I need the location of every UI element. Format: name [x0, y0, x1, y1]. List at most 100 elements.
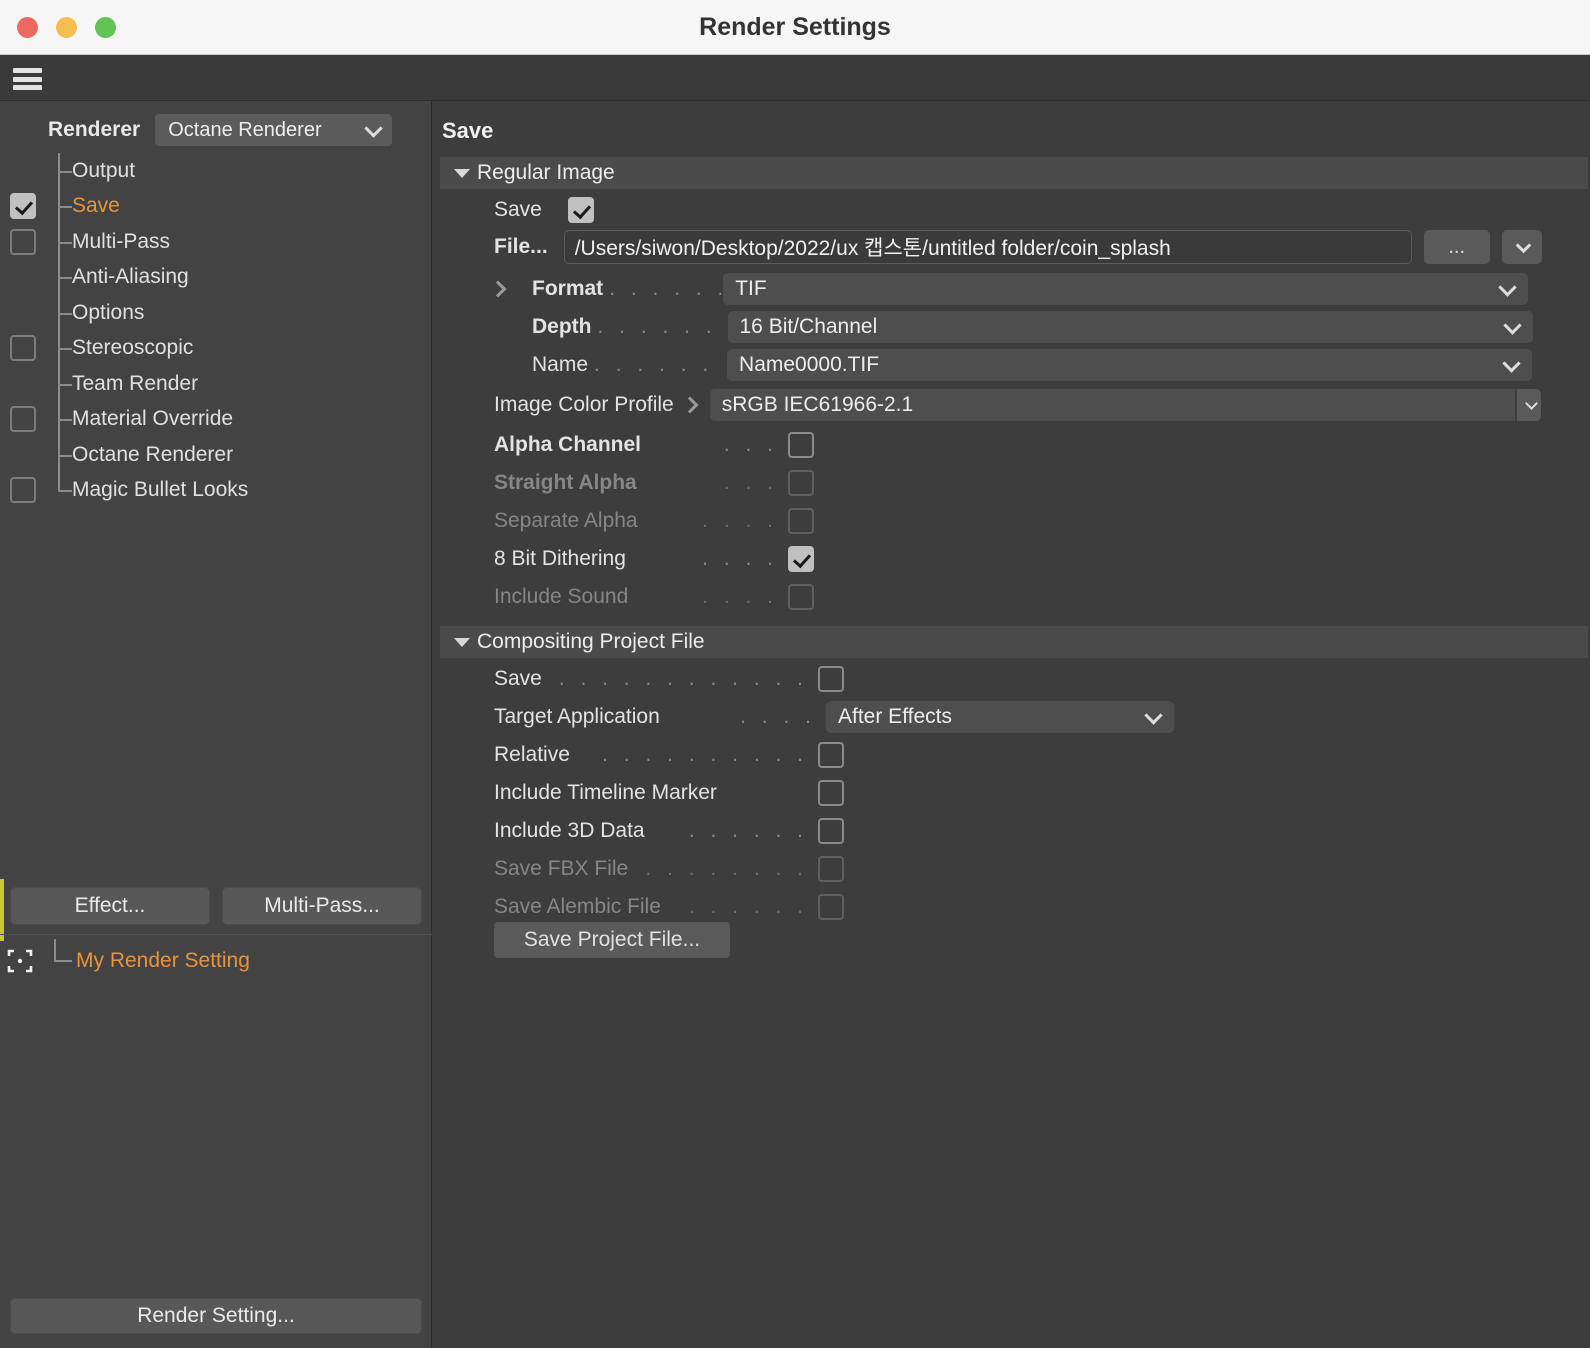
checkbox-multi-pass[interactable]	[10, 228, 36, 255]
dots-straight-alpha: . . .	[723, 471, 778, 494]
row-image-color-profile: Image Color Profile sRGB IEC61966-2.1	[494, 388, 1584, 422]
row-include-3d-data: Include 3D Data . . . . . .	[494, 814, 844, 848]
render-setting-button-wrap: Render Setting...	[0, 1298, 432, 1334]
sidebar-item-output[interactable]: Output	[0, 153, 432, 189]
sidebar-item-label: Team Render	[72, 371, 199, 395]
chevron-down-icon	[1502, 354, 1521, 373]
sidebar-item-label: Material Override	[72, 407, 234, 431]
label-save-fbx-file: Save FBX File	[494, 857, 629, 880]
dots-name: . . . . . . . . . .	[594, 353, 725, 376]
label-format: Format	[532, 277, 604, 300]
file-path-value: /Users/siwon/Desktop/2022/ux 캡스톤/untitle…	[574, 237, 1171, 260]
image-color-profile-dropdown-button[interactable]	[1516, 389, 1541, 421]
chevron-down-icon	[364, 119, 383, 138]
checkbox-magic-bullet-looks[interactable]	[10, 477, 36, 504]
main-panel: Save Regular Image Save File... /Users/s…	[432, 101, 1590, 1348]
dots-save: . . . . . . . . . . . .	[558, 667, 808, 690]
chevron-down-icon	[1524, 397, 1538, 410]
checkbox-material-override[interactable]	[10, 406, 36, 433]
checkbox-alpha-channel[interactable]	[788, 432, 814, 458]
row-separate-alpha: Separate Alpha . . . .	[494, 504, 814, 538]
dots-alpha-channel: . . .	[723, 433, 778, 456]
row-file: File... /Users/siwon/Desktop/2022/ux 캡스톤…	[494, 230, 1584, 264]
checkbox-save[interactable]	[10, 193, 36, 220]
label-alpha-channel: Alpha Channel	[494, 433, 642, 456]
checkbox-stereoscopic[interactable]	[10, 335, 36, 362]
sidebar-item-options[interactable]: Options	[0, 295, 432, 331]
triangle-down-icon	[454, 637, 470, 647]
tree-branch-line	[46, 188, 72, 225]
multi-pass-button[interactable]: Multi-Pass...	[222, 887, 422, 925]
target-application-value: After Effects	[838, 705, 952, 728]
dots-format: . . . . . . . .	[609, 277, 721, 300]
tree-checkbox-slot	[0, 406, 46, 433]
tree-branch-line	[46, 153, 72, 189]
chevron-down-icon	[1498, 278, 1517, 297]
checkbox-relative[interactable]	[818, 742, 844, 768]
tree-checkbox-slot	[0, 477, 46, 504]
target-application-select[interactable]: After Effects	[826, 701, 1174, 733]
section-header-compositing[interactable]: Compositing Project File	[440, 626, 1588, 658]
row-name: Name . . . . . . . . . . Name0000.TIF	[494, 348, 1584, 382]
sidebar-item-save[interactable]: Save	[0, 188, 432, 225]
sidebar: Renderer Octane Renderer Output Save Multi…	[0, 101, 432, 1348]
preset-my-render-setting[interactable]: My Render Setting	[0, 939, 432, 983]
renderer-select[interactable]: Octane Renderer	[155, 114, 393, 146]
dots-include-3d-data: . . . . . .	[688, 819, 808, 842]
renderer-label: Renderer	[48, 118, 141, 141]
sidebar-item-anti-aliasing[interactable]: Anti-Aliasing	[0, 259, 432, 296]
tree-branch-line	[46, 366, 72, 402]
sidebar-item-material-override[interactable]: Material Override	[0, 401, 432, 438]
depth-value: 16 Bit/Channel	[739, 315, 878, 338]
checkbox-8-bit-dithering[interactable]	[788, 546, 814, 572]
render-settings-tree: Output Save Multi-Pass Anti-Aliasing Options…	[0, 153, 432, 508]
checkbox-separate-alpha	[788, 508, 814, 534]
expand-format-arrow-icon[interactable]	[489, 280, 507, 298]
checkbox-include-timeline-marker[interactable]	[818, 780, 844, 806]
name-value: Name0000.TIF	[739, 353, 880, 376]
tree-branch-line	[46, 437, 72, 473]
save-project-file-button[interactable]: Save Project File...	[494, 922, 730, 958]
tree-branch-line	[40, 939, 76, 983]
chevron-down-icon	[1515, 237, 1531, 254]
checkbox-save[interactable]	[567, 197, 594, 223]
browse-file-button[interactable]: ...	[1423, 230, 1490, 264]
row-save-alembic-file: Save Alembic File . . . . . .	[494, 890, 844, 924]
sidebar-item-multi-pass[interactable]: Multi-Pass	[0, 224, 432, 260]
sidebar-item-stereoscopic[interactable]: Stereoscopic	[0, 330, 432, 367]
dots-target-application: . . . .	[740, 705, 816, 728]
tree-branch-line	[46, 330, 72, 367]
viewfinder-icon	[0, 948, 40, 974]
image-color-profile-select[interactable]: sRGB IEC61966-2.1	[709, 389, 1515, 421]
label-straight-alpha: Straight Alpha	[494, 471, 637, 494]
section-header-regular-image[interactable]: Regular Image	[440, 157, 1588, 189]
dots-8-bit-dithering: . . . .	[702, 547, 778, 570]
render-setting-button[interactable]: Render Setting...	[10, 1298, 422, 1334]
tree-checkbox-slot	[0, 228, 46, 255]
file-path-input[interactable]: /Users/siwon/Desktop/2022/ux 캡스톤/untitle…	[563, 230, 1412, 264]
depth-select[interactable]: 16 Bit/Channel	[727, 311, 1533, 343]
row-relative: Relative . . . . . . . . . .	[494, 738, 844, 772]
file-presets-dropdown-button[interactable]	[1501, 230, 1542, 264]
sidebar-item-magic-bullet-looks[interactable]: Magic Bullet Looks	[0, 472, 432, 509]
checkbox-save-alembic-file	[818, 894, 844, 920]
tree-branch-line	[46, 224, 72, 260]
sidebar-item-octane-renderer[interactable]: Octane Renderer	[0, 437, 432, 473]
format-value: TIF	[735, 277, 767, 300]
expand-profile-arrow-icon[interactable]	[681, 396, 699, 414]
name-select[interactable]: Name0000.TIF	[727, 349, 1533, 381]
checkbox-save[interactable]	[818, 666, 844, 692]
format-select[interactable]: TIF	[723, 273, 1529, 305]
sidebar-item-team-render[interactable]: Team Render	[0, 366, 432, 402]
checkbox-include-sound	[788, 584, 814, 610]
label-include-timeline-marker: Include Timeline Marker	[494, 781, 717, 804]
dots-include-sound: . . . .	[702, 585, 778, 608]
row-format: Format . . . . . . . . TIF	[489, 272, 1584, 306]
effect-button[interactable]: Effect...	[10, 887, 210, 925]
label-name: Name	[532, 353, 589, 376]
hamburger-menu-icon[interactable]	[13, 68, 42, 90]
label-relative: Relative	[494, 743, 570, 766]
checkbox-include-3d-data[interactable]	[818, 818, 844, 844]
image-color-profile-value: sRGB IEC61966-2.1	[721, 393, 914, 416]
sidebar-item-label: Stereoscopic	[72, 336, 194, 360]
